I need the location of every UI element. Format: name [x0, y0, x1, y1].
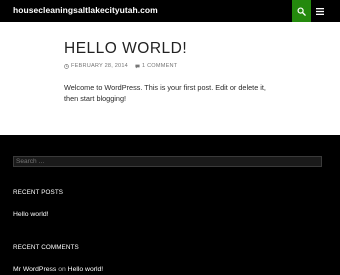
post-meta: FEBRUARY 28, 2014 1 COMMENT [64, 63, 177, 69]
recent-comments-title: RECENT COMMENTS [13, 244, 79, 251]
top-bar: housecleaningsaltlakecityutah.com [0, 0, 340, 22]
menu-toggle-button[interactable] [311, 0, 329, 22]
main-content [0, 22, 340, 135]
post-comments-text: 1 COMMENT [142, 63, 178, 69]
search-toggle-button[interactable] [292, 0, 311, 22]
clock-icon [64, 63, 69, 69]
post-date-text: FEBRUARY 28, 2014 [71, 63, 128, 69]
post-body: Welcome to WordPress. This is your first… [64, 83, 266, 103]
post-date[interactable]: FEBRUARY 28, 2014 [64, 63, 128, 69]
header-edge [329, 0, 340, 22]
recent-comment-item: Mr WordPress on Hello world! [13, 266, 103, 273]
comment-icon [135, 64, 140, 68]
post-comments-link[interactable]: 1 COMMENT [135, 63, 177, 69]
comment-post-link[interactable]: Hello world! [68, 266, 104, 273]
hamburger-menu-icon [316, 7, 324, 15]
search-icon [297, 6, 306, 16]
comment-on-text: on [58, 266, 66, 273]
site-title[interactable]: housecleaningsaltlakecityutah.com [13, 5, 158, 15]
post-title[interactable]: HELLO WORLD! [64, 40, 187, 58]
recent-posts-title: RECENT POSTS [13, 189, 64, 196]
search-input[interactable] [13, 156, 322, 167]
recent-post-link[interactable]: Hello world! [13, 211, 49, 218]
comment-author-link[interactable]: Mr WordPress [13, 266, 56, 273]
